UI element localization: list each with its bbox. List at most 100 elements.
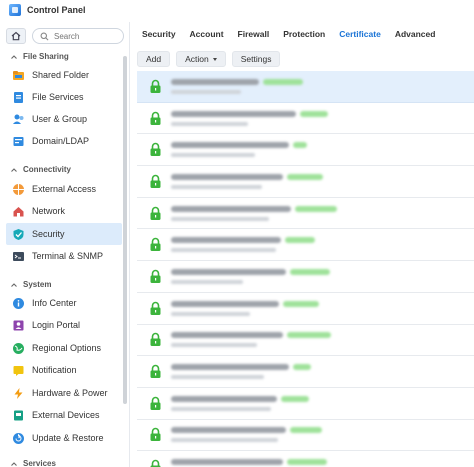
- chevron-up-icon: [11, 461, 17, 466]
- chevron-up-icon: [11, 282, 17, 287]
- certificate-row[interactable]: [137, 229, 474, 262]
- certificate-details-redacted: [171, 364, 311, 380]
- tab-protection[interactable]: Protection: [283, 29, 325, 39]
- sidebar-item-login-portal[interactable]: Login Portal: [6, 314, 122, 336]
- sidebar-item-label: Security: [32, 229, 65, 239]
- certificate-details-redacted: [171, 300, 319, 316]
- external-devices-icon: [12, 409, 25, 422]
- notification-icon: [12, 364, 25, 377]
- sidebar-item-label: Login Portal: [32, 320, 81, 330]
- certificate-details-redacted: [171, 395, 309, 411]
- hardware-power-icon: [12, 387, 25, 400]
- lock-icon: [148, 173, 162, 189]
- lock-icon: [148, 395, 162, 411]
- sidebar-item-label: User & Group: [32, 114, 88, 124]
- sidebar-item-external-access[interactable]: External Access: [6, 178, 122, 200]
- external-access-icon: [12, 183, 25, 196]
- sidebar-item-label: Hardware & Power: [32, 388, 108, 398]
- add-button-label: Add: [146, 54, 162, 64]
- user-group-icon: [12, 113, 25, 126]
- window-title: Control Panel: [27, 5, 86, 15]
- sidebar-item-label: Shared Folder: [32, 70, 90, 80]
- sidebar-item-network[interactable]: Network: [6, 200, 122, 222]
- certificate-details-redacted: [171, 268, 330, 284]
- search-icon: [40, 32, 49, 40]
- lock-icon: [148, 78, 162, 94]
- tab-advanced[interactable]: Advanced: [395, 29, 436, 39]
- sidebar-item-info-center[interactable]: Info Center: [6, 292, 122, 314]
- certificate-details-redacted: [171, 427, 322, 443]
- tab-firewall[interactable]: Firewall: [238, 29, 270, 39]
- login-portal-icon: [12, 319, 25, 332]
- lock-icon: [148, 364, 162, 380]
- certificate-row[interactable]: [137, 261, 474, 293]
- sidebar-item-label: File Services: [32, 92, 84, 102]
- settings-button[interactable]: Settings: [231, 51, 281, 67]
- certificate-details-redacted: [171, 78, 303, 94]
- certificate-details-redacted: [171, 237, 315, 253]
- certificate-row[interactable]: [137, 166, 474, 198]
- sidebar-item-external-devices[interactable]: External Devices: [6, 404, 122, 426]
- certificate-row[interactable]: [137, 134, 474, 167]
- title-bar: Control Panel: [0, 0, 474, 20]
- sidebar: File Sharing Shared Folder File Services…: [0, 22, 130, 467]
- tab-account[interactable]: Account: [190, 29, 224, 39]
- certificate-row[interactable]: [137, 71, 474, 103]
- lock-icon: [148, 332, 162, 348]
- lock-icon: [148, 300, 162, 316]
- certificate-row[interactable]: [137, 420, 474, 452]
- sidebar-item-label: External Devices: [32, 410, 100, 420]
- sidebar-item-security[interactable]: Security: [6, 223, 122, 245]
- info-center-icon: [12, 297, 25, 310]
- chevron-up-icon: [11, 167, 17, 172]
- sidebar-item-notification[interactable]: Notification: [6, 359, 122, 381]
- sidebar-top: [6, 28, 124, 44]
- file-services-icon: [12, 91, 25, 104]
- section-label: Services: [23, 459, 56, 467]
- sidebar-item-label: Network: [32, 206, 66, 216]
- section-header-connectivity[interactable]: Connectivity: [10, 165, 71, 174]
- sidebar-scrollbar[interactable]: [123, 56, 127, 404]
- certificate-row[interactable]: [137, 198, 474, 230]
- search-field[interactable]: [32, 28, 124, 44]
- certificate-row[interactable]: [137, 103, 474, 135]
- add-button[interactable]: Add: [137, 51, 171, 67]
- certificate-row[interactable]: [137, 388, 474, 420]
- section-header-system[interactable]: System: [10, 280, 51, 289]
- sidebar-item-hardware-power[interactable]: Hardware & Power: [6, 382, 122, 404]
- sidebar-item-shared-folder[interactable]: Shared Folder: [6, 64, 122, 86]
- lock-icon: [148, 268, 162, 284]
- shared-folder-icon: [12, 69, 25, 82]
- home-button[interactable]: [6, 28, 26, 44]
- certificate-row[interactable]: [137, 356, 474, 388]
- lock-icon: [148, 205, 162, 221]
- certificate-details-redacted: [171, 332, 331, 348]
- lock-icon: [148, 142, 162, 158]
- tab-security[interactable]: Security: [142, 29, 176, 39]
- section-label: System: [23, 280, 52, 289]
- sidebar-item-regional-options[interactable]: Regional Options: [6, 337, 122, 359]
- search-input[interactable]: [54, 31, 114, 41]
- action-dropdown-button[interactable]: Action: [176, 51, 226, 67]
- section-header-services[interactable]: Services: [10, 459, 56, 467]
- certificate-details-redacted: [171, 459, 327, 467]
- terminal-icon: [12, 250, 25, 263]
- certificate-row[interactable]: [137, 325, 474, 357]
- certificate-list: [137, 71, 474, 467]
- certificate-details-redacted: [171, 110, 328, 126]
- section-header-file-sharing[interactable]: File Sharing: [10, 52, 69, 61]
- sidebar-item-update-restore[interactable]: Update & Restore: [6, 427, 122, 449]
- sidebar-item-terminal-snmp[interactable]: Terminal & SNMP: [6, 245, 122, 267]
- sidebar-item-label: External Access: [32, 184, 97, 194]
- sidebar-item-file-services[interactable]: File Services: [6, 86, 122, 108]
- update-restore-icon: [12, 432, 25, 445]
- tab-certificate[interactable]: Certificate: [339, 29, 381, 39]
- sidebar-item-domain-ldap[interactable]: Domain/LDAP: [6, 130, 122, 152]
- sidebar-item-label: Regional Options: [32, 343, 102, 353]
- certificate-row[interactable]: [137, 293, 474, 325]
- domain-ldap-icon: [12, 135, 25, 148]
- certificate-row[interactable]: [137, 451, 474, 467]
- sidebar-item-user-group[interactable]: User & Group: [6, 108, 122, 130]
- toolbar: Add Action Settings: [137, 51, 286, 67]
- lock-icon: [148, 237, 162, 253]
